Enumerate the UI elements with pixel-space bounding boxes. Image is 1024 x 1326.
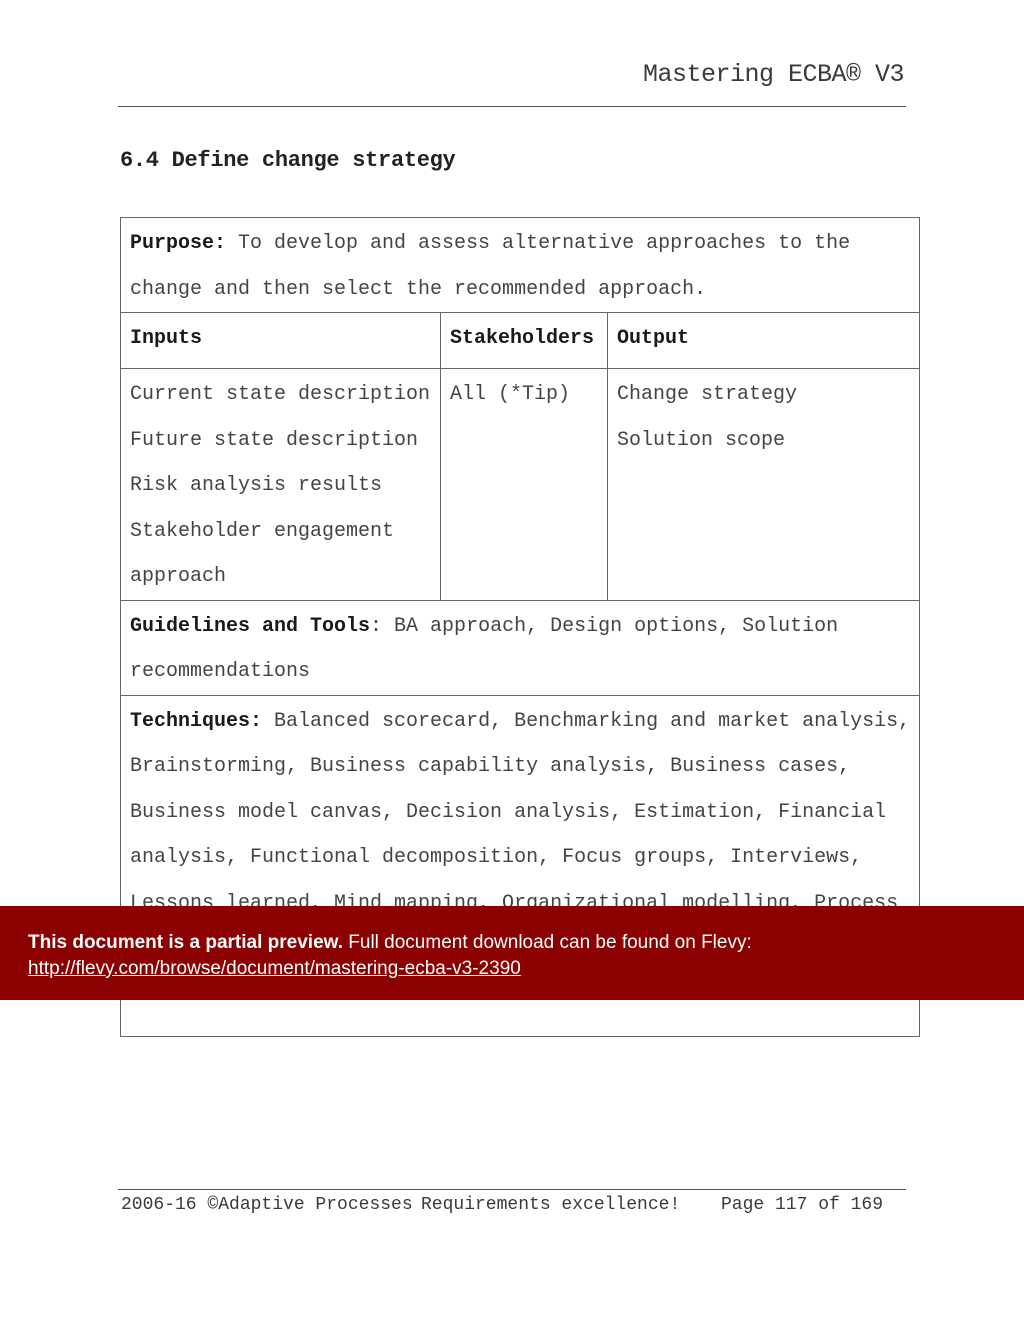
guidelines-label: Guidelines and Tools bbox=[130, 614, 371, 638]
flevy-download-link[interactable]: http://flevy.com/browse/document/masteri… bbox=[28, 958, 521, 979]
purpose-label: Purpose: bbox=[130, 232, 227, 255]
purpose-text-line-2: change and then select the recommended a… bbox=[130, 277, 707, 301]
guidelines-text-line-2: recommendations bbox=[130, 660, 311, 683]
column-header-output: Output bbox=[606, 312, 921, 369]
footer-tagline: Requirements excellence! bbox=[421, 1195, 681, 1215]
purpose-row: Purpose: To develop and assess alternati… bbox=[119, 217, 921, 313]
preview-notice-text: Full document download can be found on F… bbox=[343, 932, 752, 953]
techniques-label: Techniques: bbox=[130, 709, 263, 733]
guidelines-cell: Guidelines and Tools: BA approach, Desig… bbox=[119, 599, 921, 696]
techniques-text-line: Business model canvas, Decision analysis… bbox=[130, 800, 887, 824]
column-header-inputs: Inputs bbox=[120, 312, 441, 369]
footer-copyright: 2006-16 ©Adaptive Processes bbox=[121, 1195, 413, 1215]
techniques-text-line: Brainstorming, Business capability analy… bbox=[130, 755, 851, 778]
input-item: Stakeholder engagement bbox=[130, 519, 395, 543]
footer-rule bbox=[118, 1189, 906, 1190]
input-item: Future state description bbox=[130, 428, 419, 452]
column-header-row: Inputs Stakeholders Output bbox=[120, 312, 921, 369]
column-header-stakeholders: Stakeholders bbox=[440, 312, 608, 369]
output-item: Change strategy bbox=[617, 383, 798, 406]
input-item: approach bbox=[130, 565, 227, 588]
io-row: Current state description Future state d… bbox=[120, 368, 921, 601]
output-item: Solution scope bbox=[617, 428, 786, 452]
techniques-text-line: Balanced scorecard, Benchmarking and mar… bbox=[262, 709, 911, 733]
stakeholders-cell: All (*Tip) bbox=[440, 368, 608, 601]
guidelines-row: Guidelines and Tools: BA approach, Desig… bbox=[119, 599, 921, 696]
purpose-cell: Purpose: To develop and assess alternati… bbox=[119, 217, 921, 313]
purpose-text-line-1: To develop and assess alternative approa… bbox=[226, 232, 851, 255]
section-title: 6.4 Define change strategy bbox=[120, 148, 456, 173]
running-header-title: Mastering ECBA® V3 bbox=[642, 60, 905, 89]
footer-page-number: Page 117 of 169 bbox=[721, 1195, 884, 1215]
partial-preview-banner: This document is a partial preview. Full… bbox=[0, 906, 1024, 1000]
outputs-cell: Change strategy Solution scope bbox=[606, 368, 921, 601]
preview-notice-bold: This document is a partial preview. bbox=[28, 932, 343, 953]
input-item: Current state description bbox=[130, 383, 431, 406]
page-footer: 2006-16 ©Adaptive Processes Requirements … bbox=[121, 1195, 883, 1215]
guidelines-text-line-1: : BA approach, Design options, Solution bbox=[370, 614, 839, 638]
techniques-text-line: analysis, Functional decomposition, Focu… bbox=[130, 846, 863, 869]
inputs-cell: Current state description Future state d… bbox=[120, 368, 441, 601]
input-item: Risk analysis results bbox=[130, 474, 383, 497]
header-rule bbox=[118, 106, 906, 107]
stakeholder-item: All (*Tip) bbox=[450, 383, 571, 406]
